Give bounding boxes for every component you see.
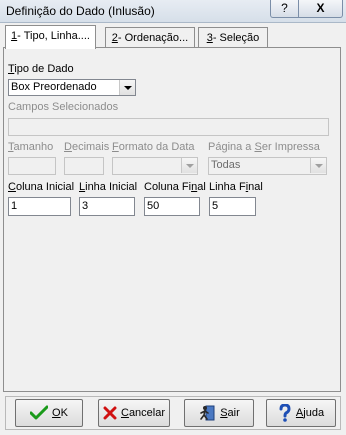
formato-data-select[interactable] (112, 157, 198, 175)
tab-label: - Tipo, Linha.... (17, 30, 90, 42)
tamanho-label: Tamanho (8, 141, 53, 153)
campos-selecionados-field[interactable] (8, 118, 329, 136)
label-mnemonic: D (64, 141, 72, 153)
decimais-field[interactable] (64, 157, 104, 175)
linha-final-field[interactable]: 5 (209, 197, 256, 216)
label-text: al (197, 181, 206, 193)
chevron-down-icon[interactable] (310, 158, 326, 173)
question-icon: ? (281, 1, 288, 15)
pagina-value: Todas (211, 159, 241, 171)
pagina-label: Página a Ser Impressa (208, 141, 320, 153)
title-bar[interactable]: Definição do Dado (Inlusão) ? X (0, 0, 346, 23)
sair-button[interactable]: Sair (184, 399, 254, 427)
close-title-button[interactable]: X (298, 0, 343, 18)
tab-selecao[interactable]: 3- Seleção (198, 27, 268, 48)
check-icon (30, 405, 49, 421)
label-mnemonic: C (8, 181, 16, 193)
label-text: inha Inicial (85, 181, 138, 193)
chevron-down-icon[interactable] (119, 80, 135, 95)
decimais-label: Decimais (64, 141, 109, 153)
label-text: Coluna Fi (144, 181, 192, 193)
label-text: Página a (208, 141, 255, 153)
coluna-inicial-label: Coluna Inicial (8, 181, 74, 193)
label-text: ormato da Data (118, 141, 195, 153)
linha-inicial-label: Linha Inicial (79, 181, 137, 193)
sair-label: Sair (220, 407, 240, 419)
tab-tipo-linha[interactable]: 1- Tipo, Linha.... (5, 25, 96, 49)
tipo-de-dado-label: Tipo de Dado (8, 63, 74, 75)
campos-selecionados-label: Campos Selecionados (8, 101, 119, 113)
tab-ordenacao[interactable]: 2- Ordenação... (105, 27, 195, 48)
label-text: oluna Inicial (15, 181, 75, 193)
linha-final-label: Linha Final (209, 181, 263, 193)
ok-button[interactable]: OK (15, 399, 83, 427)
label-text: amanho (13, 141, 54, 153)
label-text: nal (248, 181, 263, 193)
label-mnemonic: S (254, 141, 262, 153)
pagina-select[interactable]: Todas (208, 157, 327, 175)
label-mnemonic: F (112, 141, 119, 153)
help-question-icon (278, 404, 292, 422)
help-title-button[interactable]: ? (270, 0, 299, 18)
tamanho-field[interactable] (8, 157, 56, 175)
coluna-final-label: Coluna Final (144, 181, 206, 193)
red-x-icon (103, 406, 117, 420)
chevron-down-icon[interactable] (181, 158, 197, 173)
tab-label: - Seleção (212, 32, 260, 44)
label-text: ecimais (71, 141, 110, 153)
formato-data-label: Formato da Data (112, 141, 195, 153)
cancelar-button[interactable]: Cancelar (98, 399, 170, 427)
cancelar-label: Cancelar (120, 407, 166, 419)
tipo-de-dado-value: Box Preordenado (11, 81, 97, 93)
label-text: ipo de Dado (14, 63, 74, 75)
ajuda-button[interactable]: Ajuda (266, 399, 336, 427)
window-title: Definição do Dado (Inlusão) (6, 4, 155, 18)
label-text: Linha F (209, 181, 246, 193)
ajuda-label: Ajuda (295, 407, 325, 419)
exit-door-icon (198, 404, 216, 422)
linha-inicial-field[interactable]: 3 (79, 197, 135, 216)
ok-label: OK (52, 407, 68, 419)
coluna-final-field[interactable]: 50 (144, 197, 200, 216)
tab-label: - Ordenação... (117, 32, 189, 44)
coluna-inicial-field[interactable]: 1 (8, 197, 71, 216)
tab-panel (3, 47, 341, 392)
label-text: er Impressa (261, 141, 320, 153)
close-icon: X (316, 1, 325, 15)
tipo-de-dado-select[interactable]: Box Preordenado (8, 79, 136, 96)
